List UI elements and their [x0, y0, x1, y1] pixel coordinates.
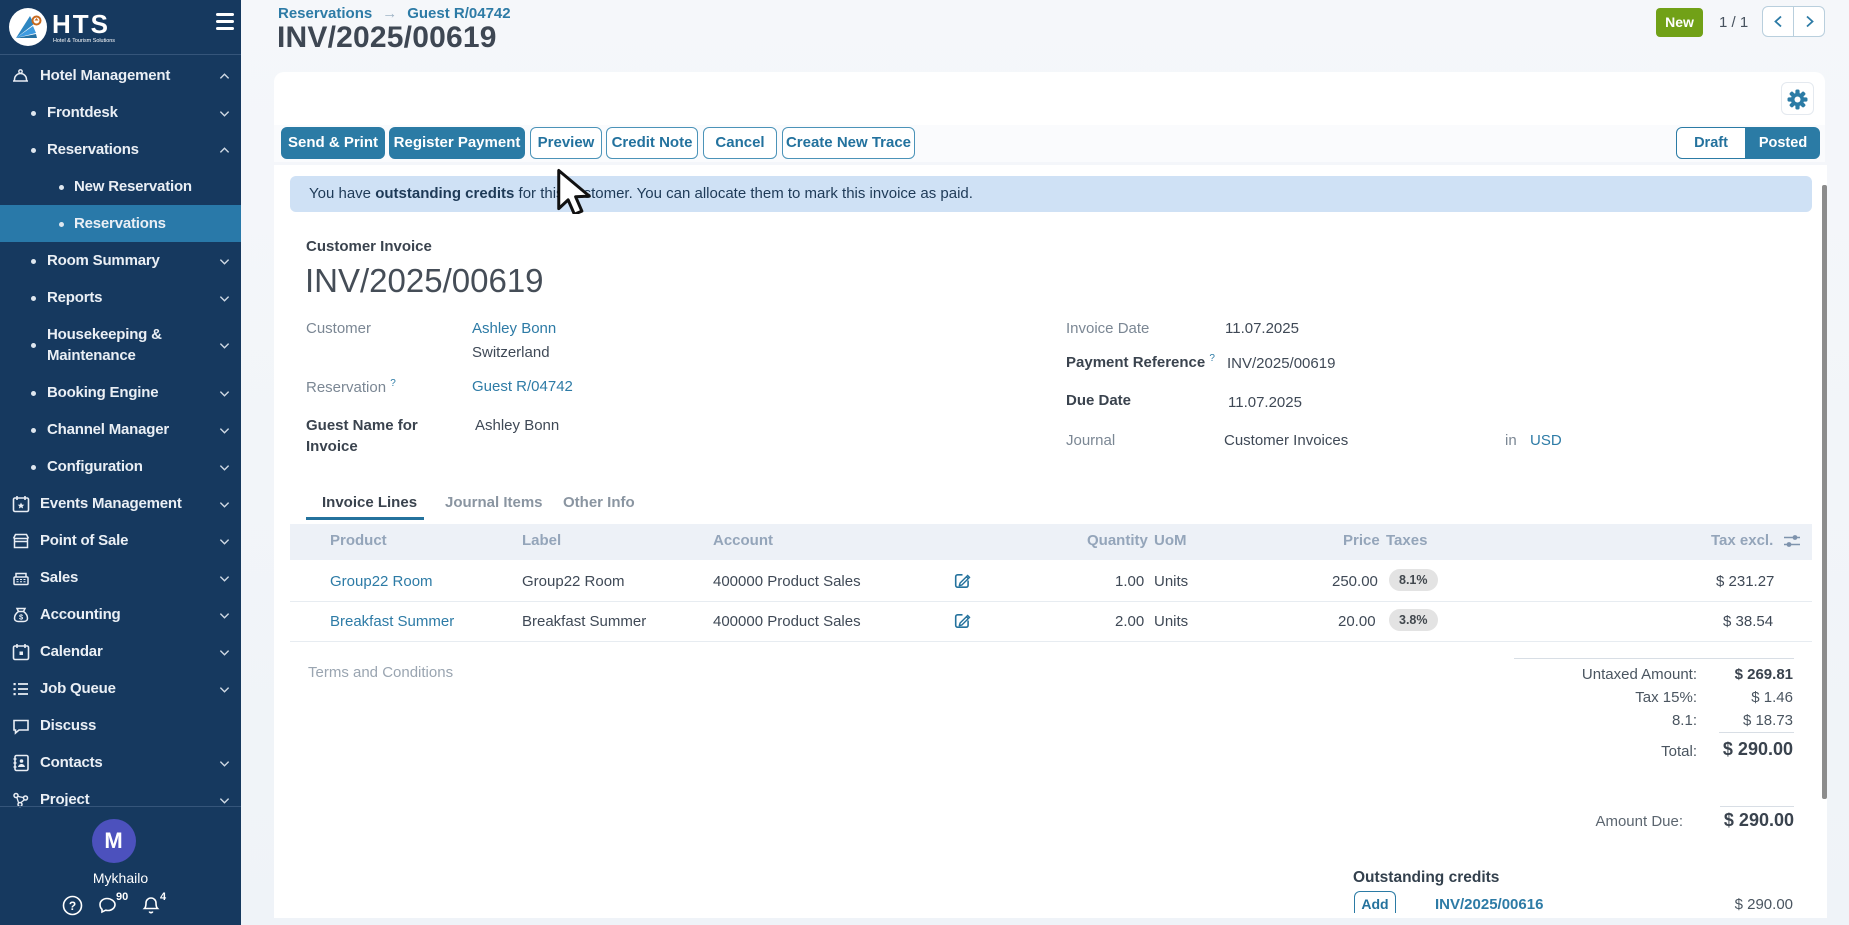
svg-text:?: ?	[69, 899, 76, 913]
svg-text:$: $	[19, 612, 24, 621]
